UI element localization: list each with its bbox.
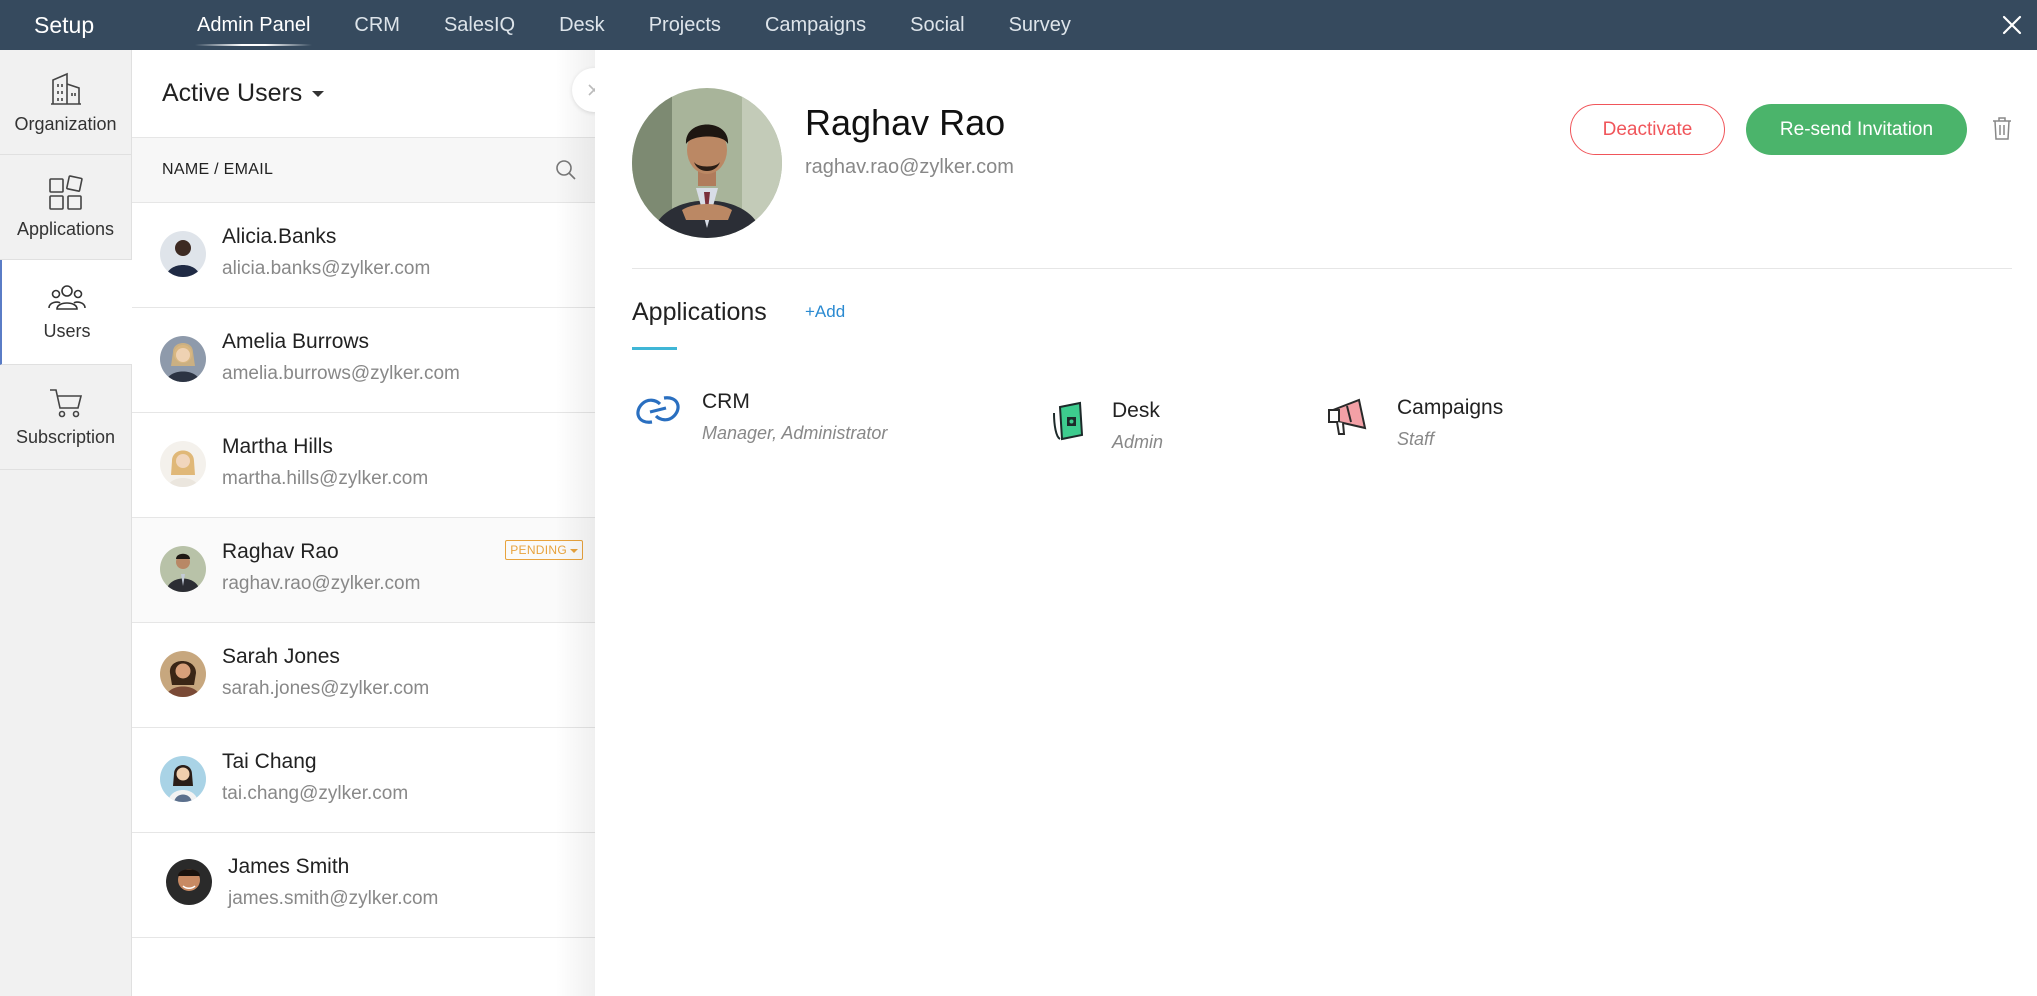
user-name: Tai Chang — [222, 750, 317, 773]
avatar — [160, 336, 206, 382]
tab-campaigns[interactable]: Campaigns — [743, 0, 888, 50]
status-badge[interactable]: PENDING — [505, 540, 583, 560]
avatar — [160, 651, 206, 697]
user-name: James Smith — [228, 855, 350, 878]
app-role: Manager, Administrator — [702, 423, 888, 443]
user-row-sarah-jones[interactable]: Sarah Jones sarah.jones@zylker.com — [132, 623, 595, 728]
sidebar-item-applications[interactable]: Applications — [0, 155, 131, 260]
trash-icon — [1993, 117, 2011, 140]
avatar — [160, 546, 206, 592]
column-header: NAME / EMAIL — [132, 138, 595, 203]
deactivate-button[interactable]: Deactivate — [1570, 104, 1725, 155]
user-list-panel: Active Users NAME / EMAIL Alicia.Banks a… — [132, 50, 595, 996]
user-email: james.smith@zylker.com — [228, 888, 439, 909]
user-email: alicia.banks@zylker.com — [222, 258, 431, 279]
tab-crm[interactable]: CRM — [332, 0, 422, 50]
user-email: sarah.jones@zylker.com — [222, 678, 430, 699]
applications-heading: Applications — [632, 298, 767, 326]
apps-grid-icon — [48, 174, 83, 210]
user-full-name: Raghav Rao — [805, 102, 1006, 143]
sidebar-item-label: Subscription — [15, 426, 116, 447]
status-badge-label: PENDING — [510, 543, 567, 557]
user-name: Raghav Rao — [222, 540, 339, 563]
chevron-down-icon — [312, 91, 325, 98]
close-icon — [2002, 15, 2022, 35]
user-email: martha.hills@zylker.com — [222, 468, 429, 489]
tab-salesiq[interactable]: SalesIQ — [422, 0, 537, 50]
user-filter-label: Active Users — [162, 79, 303, 107]
divider — [632, 268, 2012, 269]
user-row-martha-hills[interactable]: Martha Hills martha.hills@zylker.com — [132, 413, 595, 518]
avatar — [160, 441, 206, 487]
user-filter-dropdown[interactable]: Active Users — [162, 79, 325, 108]
cart-icon — [49, 388, 82, 417]
avatar — [160, 756, 206, 802]
app-name: CRM — [702, 390, 750, 413]
app-name: Desk — [1112, 399, 1160, 422]
user-detail-panel: Raghav Rao raghav.rao@zylker.com Deactiv… — [595, 50, 2037, 996]
user-email: amelia.burrows@zylker.com — [222, 363, 460, 384]
sidebar-item-users[interactable]: Users — [0, 260, 132, 365]
left-sidebar: Organization Applications Users Subscrip… — [0, 50, 132, 996]
chevron-down-icon — [570, 548, 578, 553]
tab-admin-panel[interactable]: Admin Panel — [175, 0, 332, 50]
close-setup-button[interactable] — [1995, 8, 2029, 42]
sidebar-item-label: Organization — [14, 113, 117, 134]
tab-survey[interactable]: Survey — [987, 0, 1093, 50]
profile-photo — [632, 88, 782, 238]
user-filter-header: Active Users — [132, 50, 595, 138]
desk-icon — [1053, 401, 1084, 441]
tab-desk[interactable]: Desk — [537, 0, 627, 50]
user-name: Amelia Burrows — [222, 330, 370, 353]
top-bar: Setup Admin Panel CRM SalesIQ Desk Proje… — [0, 0, 2037, 50]
search-icon — [556, 160, 576, 180]
delete-user-button[interactable] — [1992, 116, 2012, 145]
avatar — [160, 231, 206, 277]
avatar — [166, 859, 212, 905]
app-role: Admin — [1112, 432, 1164, 452]
setup-title: Setup — [34, 12, 95, 38]
user-row-alicia-banks[interactable]: Alicia.Banks alicia.banks@zylker.com — [132, 203, 595, 308]
user-email-detail: raghav.rao@zylker.com — [805, 156, 1014, 178]
user-name: Alicia.Banks — [222, 225, 337, 248]
add-application-link[interactable]: +Add — [805, 302, 845, 322]
user-row-tai-chang[interactable]: Tai Chang tai.chang@zylker.com — [132, 728, 595, 833]
resend-invitation-button[interactable]: Re-send Invitation — [1746, 104, 1967, 155]
sidebar-item-organization[interactable]: Organization — [0, 50, 131, 155]
user-row-james-smith[interactable]: James Smith james.smith@zylker.com — [132, 833, 595, 938]
user-email: tai.chang@zylker.com — [222, 783, 409, 804]
user-row-amelia-burrows[interactable]: Amelia Burrows amelia.burrows@zylker.com — [132, 308, 595, 413]
tab-social[interactable]: Social — [888, 0, 986, 50]
sidebar-item-label: Applications — [16, 218, 115, 239]
user-name: Martha Hills — [222, 435, 333, 458]
crm-icon — [636, 396, 680, 424]
sidebar-item-label: Users — [43, 320, 91, 341]
user-row-raghav-rao[interactable]: Raghav Rao raghav.rao@zylker.com PENDING — [132, 518, 595, 623]
building-icon — [50, 72, 81, 105]
users-icon — [48, 284, 86, 310]
user-email: raghav.rao@zylker.com — [222, 573, 421, 594]
app-role: Staff — [1397, 429, 1435, 449]
tab-projects[interactable]: Projects — [627, 0, 743, 50]
top-nav: Admin Panel CRM SalesIQ Desk Projects Ca… — [175, 0, 1093, 50]
applications-tab-indicator — [632, 347, 677, 350]
search-button[interactable] — [555, 159, 577, 186]
sidebar-item-subscription[interactable]: Subscription — [0, 365, 131, 470]
campaigns-icon — [1328, 398, 1367, 435]
app-name: Campaigns — [1397, 396, 1504, 419]
user-name: Sarah Jones — [222, 645, 340, 668]
column-header-label: NAME / EMAIL — [162, 161, 274, 178]
